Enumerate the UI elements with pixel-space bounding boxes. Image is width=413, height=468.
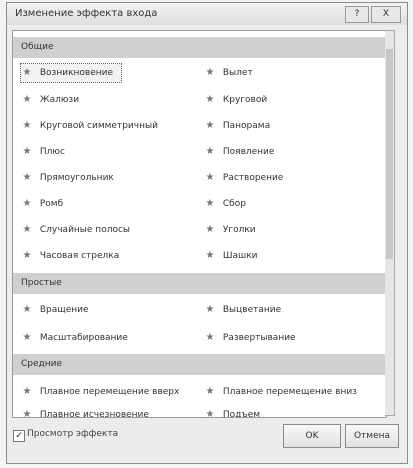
section-header-common: Общие xyxy=(13,37,386,58)
effect-item[interactable]: ★ Плюс xyxy=(21,143,65,161)
star-icon: ★ xyxy=(205,304,215,315)
effect-item[interactable]: ★ Масштабирование xyxy=(21,329,128,347)
effect-item[interactable]: ★ Плавное перемещение вверх xyxy=(21,383,180,401)
effect-item[interactable]: ★ Часовая стрелка xyxy=(21,247,120,265)
effect-item[interactable]: ★ Уголки xyxy=(204,221,256,239)
effect-item[interactable]: ★ Плавное исчезновение xyxy=(21,406,149,418)
star-icon: ★ xyxy=(205,250,215,261)
effect-item[interactable]: ★ Растворение xyxy=(204,169,284,187)
star-icon: ★ xyxy=(205,386,215,397)
effect-item[interactable]: ★ Сбор xyxy=(204,195,246,213)
title-bar: Изменение эффекта входа ? X xyxy=(7,3,407,25)
effect-item[interactable]: ★ Ромб xyxy=(21,195,64,213)
effect-item[interactable]: ★ Плавное перемещение вниз xyxy=(204,383,357,401)
help-button[interactable]: ? xyxy=(345,6,369,23)
star-icon: ★ xyxy=(205,67,215,78)
star-icon: ★ xyxy=(22,198,32,209)
star-icon: ★ xyxy=(205,409,215,418)
star-icon: ★ xyxy=(22,332,32,343)
effect-item[interactable]: ★ Выцветание xyxy=(204,301,282,319)
star-icon: ★ xyxy=(22,172,32,183)
star-icon: ★ xyxy=(22,224,32,235)
preview-label: Просмотр эффекта xyxy=(27,429,119,439)
star-icon: ★ xyxy=(22,120,32,131)
effect-item[interactable]: ★ Вылет xyxy=(204,64,253,82)
effect-item[interactable]: ★ Панорама xyxy=(204,117,271,135)
effect-item[interactable]: ★ Шашки xyxy=(204,247,258,265)
section-header-basic: Простые xyxy=(13,273,386,294)
star-icon: ★ xyxy=(22,250,32,261)
effects-list[interactable]: Общие ★ Возникновение ★ Вылет ★ Жалюзи ★… xyxy=(12,30,387,418)
scrollbar-thumb[interactable] xyxy=(386,49,393,259)
star-icon: ★ xyxy=(22,304,32,315)
star-icon: ★ xyxy=(22,67,32,78)
dialog-title: Изменение эффекта входа xyxy=(15,8,158,19)
cancel-button[interactable]: Отмена xyxy=(345,424,399,448)
star-icon: ★ xyxy=(205,198,215,209)
star-icon: ★ xyxy=(205,224,215,235)
star-icon: ★ xyxy=(205,146,215,157)
effect-item[interactable]: ★ Вращение xyxy=(21,301,89,319)
effect-item[interactable]: ★ Жалюзи xyxy=(21,91,80,109)
star-icon: ★ xyxy=(22,409,32,418)
effect-item[interactable]: ★ Круговой xyxy=(204,91,268,109)
star-icon: ★ xyxy=(22,146,32,157)
effect-item[interactable]: ★ Возникновение xyxy=(19,63,123,83)
effect-item[interactable]: ★ Круговой симметричный xyxy=(21,117,158,135)
effect-item[interactable]: ★ Подъем xyxy=(204,406,261,418)
close-button[interactable]: X xyxy=(371,6,401,23)
effect-item[interactable]: ★ Развертывание xyxy=(204,329,296,347)
effect-item[interactable]: ★ Появление xyxy=(204,143,275,161)
star-icon: ★ xyxy=(22,94,32,105)
effect-item[interactable]: ★ Прямоугольник xyxy=(21,169,114,187)
star-icon: ★ xyxy=(205,120,215,131)
star-icon: ★ xyxy=(205,172,215,183)
section-header-moderate: Средние xyxy=(13,354,386,375)
star-icon: ★ xyxy=(22,386,32,397)
star-icon: ★ xyxy=(205,94,215,105)
list-scrollbar[interactable] xyxy=(385,30,395,416)
effect-item[interactable]: ★ Случайные полосы xyxy=(21,221,131,239)
ok-button[interactable]: OK xyxy=(283,424,341,448)
preview-checkbox[interactable]: ✓ xyxy=(13,430,25,442)
star-icon: ★ xyxy=(205,332,215,343)
